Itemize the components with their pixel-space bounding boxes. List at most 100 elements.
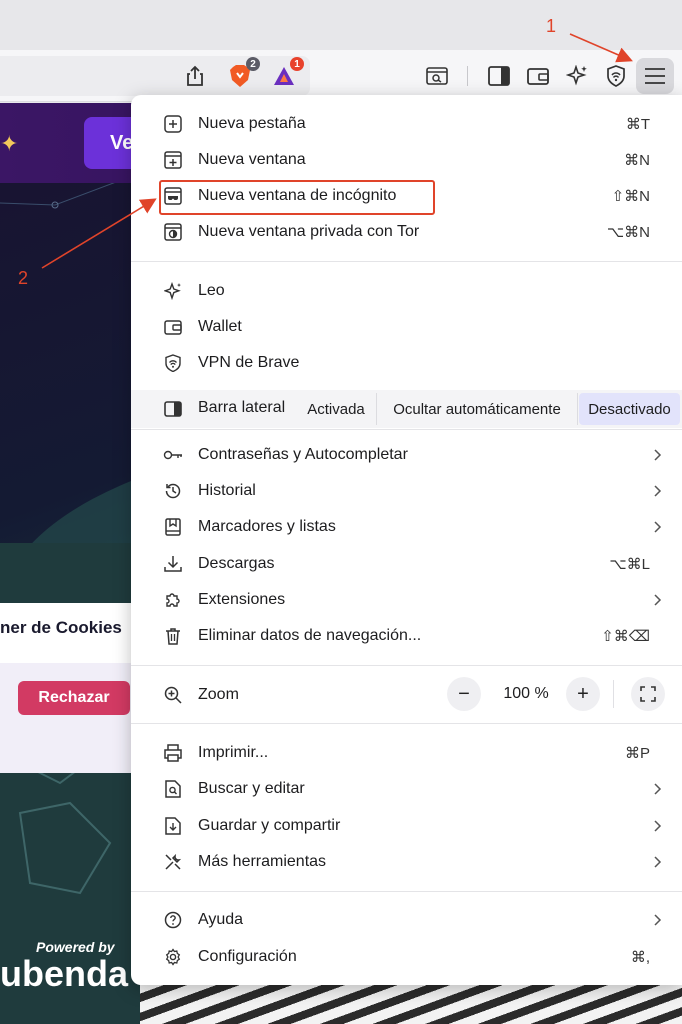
zoom-divider xyxy=(613,680,614,708)
menu-item-shortcut: ⌥⌘N xyxy=(606,224,650,241)
download-icon xyxy=(163,554,183,574)
vpn-icon xyxy=(163,353,183,373)
sidebar-toggle-icon xyxy=(163,399,183,419)
chevron-right-icon xyxy=(654,521,662,533)
menu-item-shortcut: ⌥⌘L xyxy=(609,556,650,573)
menu-item-print[interactable]: Imprimir... ⌘P xyxy=(131,735,682,771)
menu-item-new-tab[interactable]: Nueva pestaña ⌘T xyxy=(131,106,682,142)
browser-window: 2 1 ✦ Ve ner de Cookies Rechazar Powered… xyxy=(0,0,682,1024)
fullscreen-icon xyxy=(640,686,656,702)
tor-window-icon xyxy=(163,222,183,242)
menu-item-shortcut: ⌘P xyxy=(624,745,650,762)
find-icon xyxy=(163,779,183,799)
menu-item-label: Descargas xyxy=(198,555,275,572)
chevron-right-icon xyxy=(654,820,662,832)
menu-item-shortcut: ⌘N xyxy=(624,152,650,169)
menu-item-leo[interactable]: Leo xyxy=(131,273,682,309)
menu-item-shortcut: ⌘, xyxy=(630,949,650,966)
leo-icon xyxy=(163,281,183,301)
annotation-highlight-box xyxy=(159,180,435,215)
brave-main-menu: Nueva pestaña ⌘T Nueva ventana ⌘N Nueva … xyxy=(131,95,682,985)
toolbar-divider xyxy=(467,66,468,86)
menu-item-label: Más herramientas xyxy=(198,853,327,870)
wallet-icon[interactable] xyxy=(526,64,550,88)
menu-item-find-edit[interactable]: Buscar y editar xyxy=(131,771,682,807)
sidebar-option-activada[interactable]: Activada xyxy=(296,393,376,425)
menu-item-shortcut: ⇧⌘N xyxy=(611,188,650,205)
menu-item-label: Historial xyxy=(198,482,256,499)
menu-item-wallet[interactable]: Wallet xyxy=(131,309,682,345)
iubenda-logo: ubenda xyxy=(0,953,129,994)
settings-icon xyxy=(163,947,183,967)
sparkle-icon: ✦ xyxy=(0,131,19,156)
menu-separator xyxy=(131,261,682,262)
menu-item-label: Wallet xyxy=(198,318,242,335)
menu-item-downloads[interactable]: Descargas ⌥⌘L xyxy=(131,546,682,582)
menu-item-new-tor-window[interactable]: Nueva ventana privada con Tor ⌥⌘N xyxy=(131,214,682,250)
share-icon[interactable] xyxy=(184,64,206,88)
menu-item-label: Ayuda xyxy=(198,911,244,928)
trash-icon xyxy=(163,626,183,646)
wallet-icon xyxy=(163,317,183,337)
history-icon xyxy=(163,481,183,501)
key-icon xyxy=(163,445,183,465)
rewards-count-badge: 1 xyxy=(290,57,304,71)
menu-item-more-tools[interactable]: Más herramientas xyxy=(131,844,682,880)
print-icon xyxy=(163,743,183,763)
menu-item-label: Leo xyxy=(198,282,225,299)
sidebar-option-desactivado[interactable]: Desactivado xyxy=(579,393,680,425)
cookie-banner-title: ner de Cookies xyxy=(0,618,122,637)
menu-item-settings[interactable]: Configuración ⌘, xyxy=(131,939,682,975)
zoom-label: Zoom xyxy=(198,686,239,703)
annotation-step-1: 1 xyxy=(546,16,557,36)
address-bar[interactable] xyxy=(0,56,310,96)
tools-icon xyxy=(163,852,183,872)
zoom-level: 100 % xyxy=(503,685,549,702)
fullscreen-button[interactable] xyxy=(631,677,665,711)
menu-item-shortcut: ⌘T xyxy=(625,116,650,133)
menu-item-help[interactable]: Ayuda xyxy=(131,902,682,938)
zoom-in-button[interactable]: + xyxy=(566,677,600,711)
help-icon xyxy=(163,910,183,930)
menu-item-history[interactable]: Historial xyxy=(131,473,682,509)
leo-icon[interactable] xyxy=(565,64,589,88)
chevron-right-icon xyxy=(654,856,662,868)
sidebar-toggle-icon[interactable] xyxy=(487,64,511,88)
menu-item-passwords[interactable]: Contraseñas y Autocompletar xyxy=(131,437,682,473)
menu-item-label: Nueva ventana privada con Tor xyxy=(198,223,420,240)
menu-item-label: Nueva ventana xyxy=(198,151,306,168)
menu-separator xyxy=(131,723,682,724)
new-window-icon xyxy=(163,150,183,170)
vpn-icon[interactable] xyxy=(604,64,628,88)
menu-item-vpn[interactable]: VPN de Brave xyxy=(131,345,682,381)
sidebar-setting-label: Barra lateral xyxy=(198,399,286,416)
zoom-out-button[interactable]: − xyxy=(447,677,481,711)
page-image-stripes xyxy=(140,983,682,1024)
bookmarks-icon xyxy=(163,517,183,537)
sidebar-setting-row: Barra lateral Activada Ocultar automátic… xyxy=(131,390,682,428)
menu-item-clear-browsing-data[interactable]: Eliminar datos de navegación... ⇧⌘⌫ xyxy=(131,618,682,654)
reject-cookies-button[interactable]: Rechazar xyxy=(18,681,130,715)
menu-item-label: Contraseñas y Autocompletar xyxy=(198,446,408,463)
chevron-right-icon xyxy=(654,914,662,926)
chevron-right-icon xyxy=(654,485,662,497)
menu-item-label: Nueva pestaña xyxy=(198,115,306,132)
chevron-right-icon xyxy=(654,594,662,606)
brave-shields-icon[interactable]: 2 xyxy=(228,57,260,89)
menu-item-save-share[interactable]: Guardar y compartir xyxy=(131,808,682,844)
menu-item-label: Guardar y compartir xyxy=(198,817,341,834)
segment-divider xyxy=(577,393,578,425)
menu-item-label: Eliminar datos de navegación... xyxy=(198,627,422,644)
hamburger-menu-icon xyxy=(643,65,667,87)
menu-item-label: VPN de Brave xyxy=(198,354,300,371)
menu-item-new-window[interactable]: Nueva ventana ⌘N xyxy=(131,142,682,178)
menu-item-bookmarks[interactable]: Marcadores y listas xyxy=(131,509,682,545)
menu-item-extensions[interactable]: Extensiones xyxy=(131,582,682,618)
sidebar-option-ocultar[interactable]: Ocultar automáticamente xyxy=(378,393,576,425)
annotation-step-2: 2 xyxy=(18,268,29,288)
chevron-right-icon xyxy=(654,449,662,461)
menu-item-label: Extensiones xyxy=(198,591,286,608)
brave-rewards-icon[interactable]: 1 xyxy=(272,57,304,89)
main-menu-button[interactable] xyxy=(636,58,674,94)
reader-mode-icon[interactable] xyxy=(425,64,449,88)
